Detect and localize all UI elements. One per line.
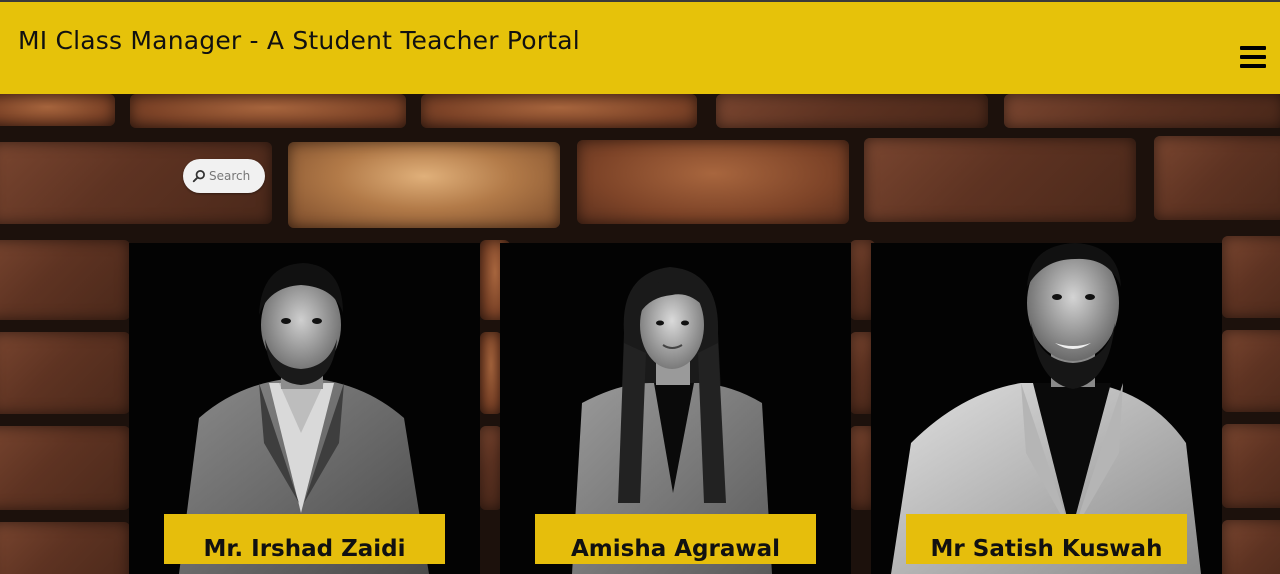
header-bar: MI Class Manager - A Student Teacher Por… [0,0,1280,94]
app-title: MI Class Manager - A Student Teacher Por… [18,26,580,55]
hamburger-menu-icon[interactable] [1240,46,1266,70]
teacher-card[interactable]: Mr. Irshad Zaidi [129,243,480,574]
search-icon [192,170,205,183]
search-input[interactable] [209,169,261,183]
teacher-card[interactable]: Amisha Agrawal [500,243,851,574]
teacher-name-plate[interactable]: Mr Satish Kuswah [906,514,1187,564]
page: MI Class Manager - A Student Teacher Por… [0,0,1280,574]
teacher-name: Mr Satish Kuswah [930,536,1163,562]
search-box[interactable] [183,159,265,193]
teacher-name: Amisha Agrawal [570,536,781,562]
teacher-name-plate[interactable]: Mr. Irshad Zaidi [164,514,445,564]
teacher-card[interactable]: Mr Satish Kuswah [871,243,1222,574]
teacher-name-plate[interactable]: Amisha Agrawal [535,514,816,564]
teacher-name: Mr. Irshad Zaidi [203,536,406,562]
